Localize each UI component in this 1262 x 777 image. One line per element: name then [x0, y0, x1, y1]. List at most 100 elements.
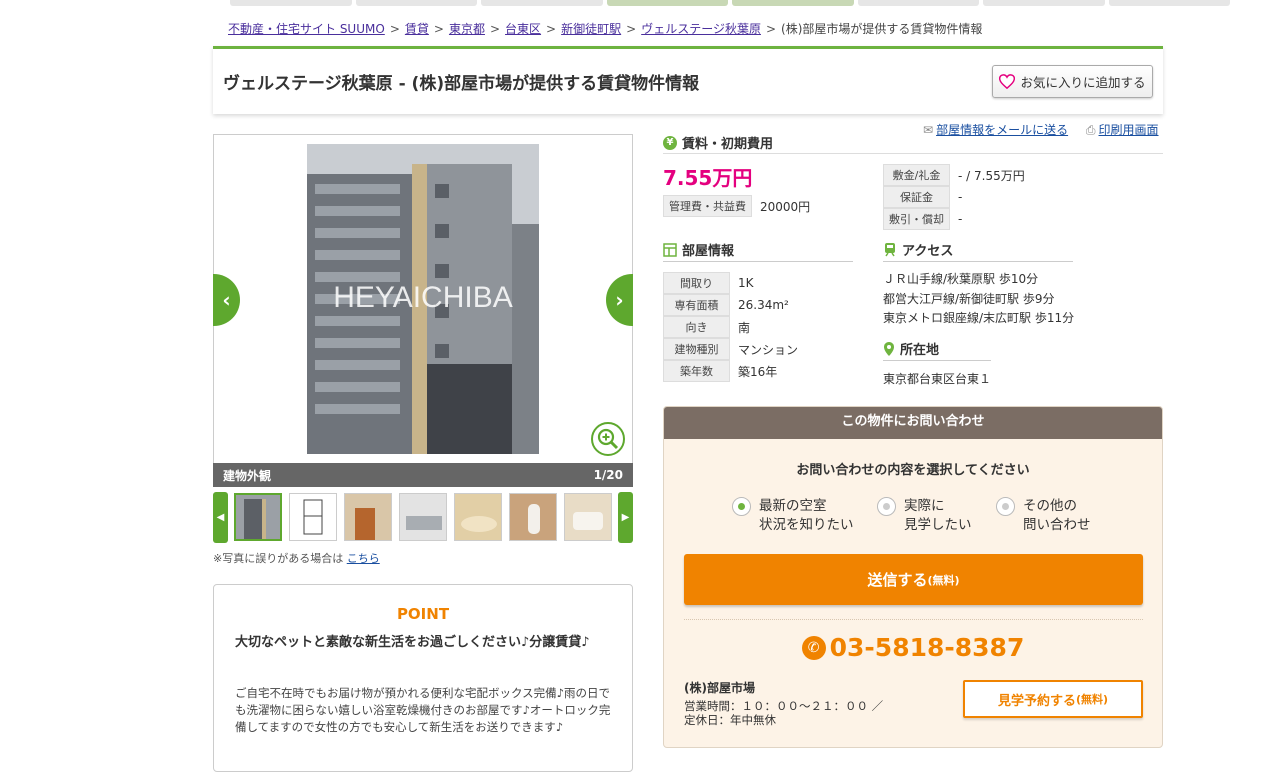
send-sublabel: (無料) [927, 573, 960, 587]
discount-label: 敷引・償却 [883, 208, 950, 230]
room-row-label: 向き [663, 316, 730, 338]
photo-error-note: ※写真に誤りがある場合は こちら [213, 550, 380, 566]
prev-photo-button[interactable]: ‹ [213, 274, 240, 326]
breadcrumb-tokyo[interactable]: 東京都 [449, 22, 485, 36]
room-row-value: 1K [738, 276, 754, 290]
radio-button[interactable] [996, 497, 1015, 516]
thumbnail-2[interactable] [289, 493, 337, 541]
yen-icon: ¥ [663, 135, 677, 150]
breadcrumb-building[interactable]: ヴェルステージ秋葉原 [641, 22, 761, 36]
access-line: ＪＲ山手線/秋葉原駅 歩10分 [883, 272, 1039, 286]
print-link[interactable]: 印刷用画面 [1099, 123, 1159, 137]
thumbnail-1[interactable] [234, 493, 282, 541]
point-title: POINT [396, 605, 450, 623]
chevron-left-icon: ‹ [222, 288, 231, 312]
fees-heading-text: 賃料・初期費用 [682, 137, 774, 152]
building-illustration: HEYAICHIBA [307, 144, 539, 454]
room-heading-underline [663, 261, 853, 262]
discount-value: - [958, 212, 963, 226]
building-photo[interactable]: HEYAICHIBA [307, 144, 539, 454]
map-pin-icon [884, 341, 894, 356]
room-row: 建物種別 マンション [663, 338, 798, 360]
point-box: POINT 大切なペットと素敵な新生活をお過ごしください♪分譲賃貸♪ ご自宅不在… [213, 584, 633, 772]
discount-row: 敷引・償却 - [883, 208, 962, 230]
guarantee-value: - [958, 190, 963, 204]
phone-number-row[interactable]: ✆ 03-5818-8387 [664, 633, 1162, 662]
management-fee-label: 管理費・共益費 [663, 195, 752, 217]
thumbs-next-button[interactable]: ▶ [618, 492, 633, 543]
point-lead: 大切なペットと素敵な新生活をお過ごしください♪分譲賃貸♪ [235, 635, 590, 650]
inquiry-divider [684, 619, 1143, 620]
address: 東京都台東区台東１ [883, 372, 992, 386]
breadcrumb-station[interactable]: 新御徒町駅 [561, 22, 621, 36]
location-heading-text: 所在地 [900, 343, 940, 358]
triangle-right-icon: ▶ [621, 512, 630, 523]
phone-icon: ✆ [801, 635, 826, 660]
breadcrumb-taito[interactable]: 台東区 [505, 22, 541, 36]
inquiry-heading: この物件にお問い合わせ [664, 407, 1162, 439]
room-heading-text: 部屋情報 [682, 244, 735, 259]
inquiry-option-visit[interactable]: 実際に 見学したい [877, 497, 972, 535]
triangle-left-icon: ◀ [216, 512, 225, 523]
guarantee-row: 保証金 - [883, 186, 962, 208]
company-name: (株)部屋市場 [684, 681, 755, 695]
thumbnail-5[interactable] [454, 493, 502, 541]
fees-heading: ¥ 賃料・初期費用 [663, 133, 773, 152]
business-hours: 営業時間：１０：００～２１：００ ／ 定休日：年中無休 [684, 699, 883, 727]
room-row-label: 間取り [663, 272, 730, 294]
location-heading: 所在地 [883, 339, 939, 358]
utility-links: ✉ 部屋情報をメールに送る ⎙ 印刷用画面 [923, 121, 1159, 138]
access-heading: アクセス [883, 240, 953, 259]
mail-icon: ✉ [923, 123, 934, 137]
hours-text: 営業時間：１０：００～２１：００ ／ [684, 699, 884, 713]
thumbnail-6[interactable] [509, 493, 557, 541]
watermark-text: HEYAICHIBA [333, 281, 513, 314]
thumbnail-4[interactable] [399, 493, 447, 541]
title-bar: ヴェルステージ秋葉原 - (株)部屋市場が提供する賃貸物件情報 お気に入りに追加… [213, 46, 1163, 114]
inquiry-question: お問い合わせの内容を選択してください [796, 463, 1030, 478]
next-photo-button[interactable]: › [606, 274, 633, 326]
deposit-row: 敷金/礼金 - / 7.55万円 [883, 164, 1025, 186]
chevron-right-icon: › [615, 288, 624, 312]
photo-caption: 建物外観 [223, 468, 272, 483]
deposit-label: 敷金/礼金 [883, 164, 950, 186]
phone-number[interactable]: 03-5818-8387 [830, 633, 1025, 662]
room-row-label: 専有面積 [663, 294, 730, 316]
room-row: 専有面積 26.34m² [663, 294, 789, 316]
thumbs-prev-button[interactable]: ◀ [213, 492, 228, 543]
zoom-in-icon [597, 428, 619, 450]
thumbnail-7[interactable] [564, 493, 612, 541]
zoom-button[interactable] [591, 422, 625, 456]
access-heading-text: アクセス [902, 244, 954, 259]
access-list: ＪＲ山手線/秋葉原駅 歩10分 都営大江戸線/新御徒町駅 歩9分 東京メトロ銀座… [883, 270, 1074, 329]
inquiry-option-label: 最新の空室 状況を知りたい [759, 498, 854, 533]
access-line: 都営大江戸線/新御徒町駅 歩9分 [883, 291, 1055, 306]
photo-gallery: HEYAICHIBA ‹ › 建物外観 1/20 [213, 134, 633, 487]
heart-icon [999, 74, 1016, 89]
mail-link[interactable]: 部屋情報をメールに送る [936, 123, 1068, 137]
radio-button[interactable] [732, 497, 751, 516]
fees-divider [663, 153, 1163, 154]
send-button[interactable]: 送信する (無料) [684, 554, 1143, 605]
add-favorite-button[interactable]: お気に入りに追加する [992, 65, 1153, 98]
visit-reservation-button[interactable]: 見学予約する (無料) [963, 680, 1143, 718]
room-row-value: 築16年 [738, 364, 778, 379]
room-row: 向き 南 [663, 316, 750, 338]
management-fee-value: 20000円 [760, 199, 811, 214]
page-title: ヴェルステージ秋葉原 - (株)部屋市場が提供する賃貸物件情報 [223, 74, 700, 94]
access-heading-underline [883, 261, 1073, 262]
room-row-value: マンション [738, 342, 799, 357]
photo-error-link[interactable]: こちら [347, 552, 380, 565]
rent-price: 7.55万円 [663, 166, 753, 190]
inquiry-option-vacancy[interactable]: 最新の空室 状況を知りたい [732, 497, 854, 535]
room-row-label: 建物種別 [663, 338, 730, 360]
thumbnail-3[interactable] [344, 493, 392, 541]
photo-counter: 1/20 [593, 468, 623, 482]
breadcrumb-suumo[interactable]: 不動産・住宅サイト SUUMO [228, 22, 385, 36]
radio-button[interactable] [877, 497, 896, 516]
visit-sublabel: (無料) [1075, 693, 1109, 706]
photo-caption-bar: 建物外観 1/20 [213, 463, 633, 487]
breadcrumb-rent[interactable]: 賃貸 [405, 22, 429, 36]
inquiry-option-other[interactable]: その他の 問い合わせ [996, 497, 1091, 535]
favorite-label: お気に入りに追加する [1020, 75, 1146, 90]
